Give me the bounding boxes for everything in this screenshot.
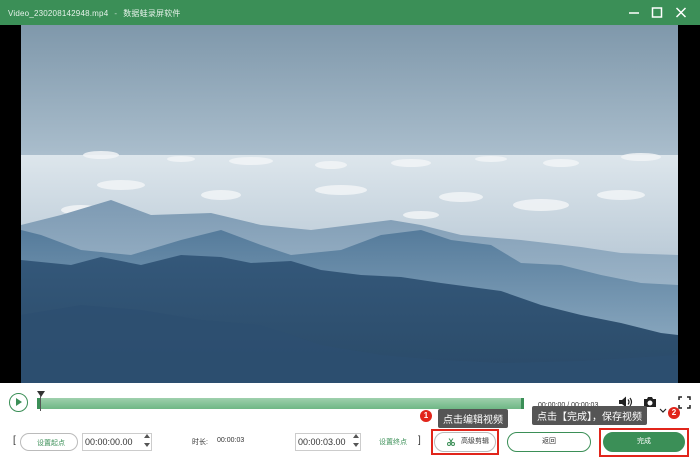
bracket-open: [: [13, 435, 16, 446]
playhead-line: [40, 396, 41, 411]
duration-value: 00:00:03: [217, 437, 245, 444]
title-separator: -: [114, 9, 118, 18]
bracket-close: ]: [418, 435, 421, 446]
playhead[interactable]: [37, 391, 45, 397]
highlight-box-done: [599, 428, 689, 457]
fullscreen-button[interactable]: [678, 396, 691, 409]
file-name: Video_230208142948.mp4: [8, 9, 109, 18]
video-editor-window: Video_230208142948.mp4- 数据蛙录屏软件 1 点击编辑视频…: [0, 0, 700, 465]
highlight-box-advanced-edit: [431, 429, 499, 455]
back-button[interactable]: 返回: [507, 432, 591, 452]
player-controls: 00:00:00 / 00:00:03 1 点击编辑视: [0, 383, 700, 465]
minimize-button[interactable]: [624, 4, 644, 21]
start-time-input[interactable]: 00:00:00.00: [82, 433, 152, 451]
start-time-value: 00:00:00.00: [85, 437, 133, 447]
timeline-track: [37, 398, 524, 409]
minimize-icon: [629, 12, 639, 14]
title-bar: Video_230208142948.mp4- 数据蛙录屏软件: [0, 0, 700, 25]
tooltip-save-video: 点击【完成】，保存视频: [532, 406, 647, 425]
step-badge-1: 1: [420, 410, 432, 422]
screenshot-dropdown[interactable]: [659, 401, 667, 413]
duration-label: 时长:: [192, 439, 208, 446]
timeline[interactable]: [37, 391, 524, 411]
chevron-down-icon: [659, 408, 667, 413]
close-icon: [675, 7, 687, 18]
fullscreen-icon: [678, 396, 691, 409]
maximize-button[interactable]: [647, 4, 667, 21]
stepper-up-icon[interactable]: [144, 434, 150, 438]
tooltip-edit-video: 点击编辑视频: [438, 409, 508, 428]
window-title: Video_230208142948.mp4- 数据蛙录屏软件: [8, 8, 181, 19]
trim-end-handle[interactable]: [521, 398, 524, 409]
trim-row: [ 设置起点 00:00:00.00 时长: 00:00:03 00:00:03…: [0, 428, 700, 457]
set-start-label: 设置起点: [37, 440, 65, 447]
set-end-button[interactable]: 设置终点: [379, 437, 407, 447]
stepper-down-icon[interactable]: [144, 443, 150, 447]
end-time-stepper[interactable]: [352, 432, 360, 450]
stepper-down-icon[interactable]: [353, 443, 359, 447]
play-button[interactable]: [9, 393, 28, 412]
video-frame: [21, 25, 678, 383]
maximize-icon: [651, 7, 663, 18]
app-name: 数据蛙录屏软件: [123, 9, 181, 18]
stepper-up-icon[interactable]: [353, 434, 359, 438]
set-start-button[interactable]: 设置起点: [20, 433, 78, 451]
video-preview: [0, 25, 700, 383]
start-time-stepper[interactable]: [143, 432, 151, 450]
step-badge-2: 2: [668, 407, 680, 419]
close-button[interactable]: [671, 4, 691, 21]
end-time-value: 00:00:03.00: [298, 437, 346, 447]
